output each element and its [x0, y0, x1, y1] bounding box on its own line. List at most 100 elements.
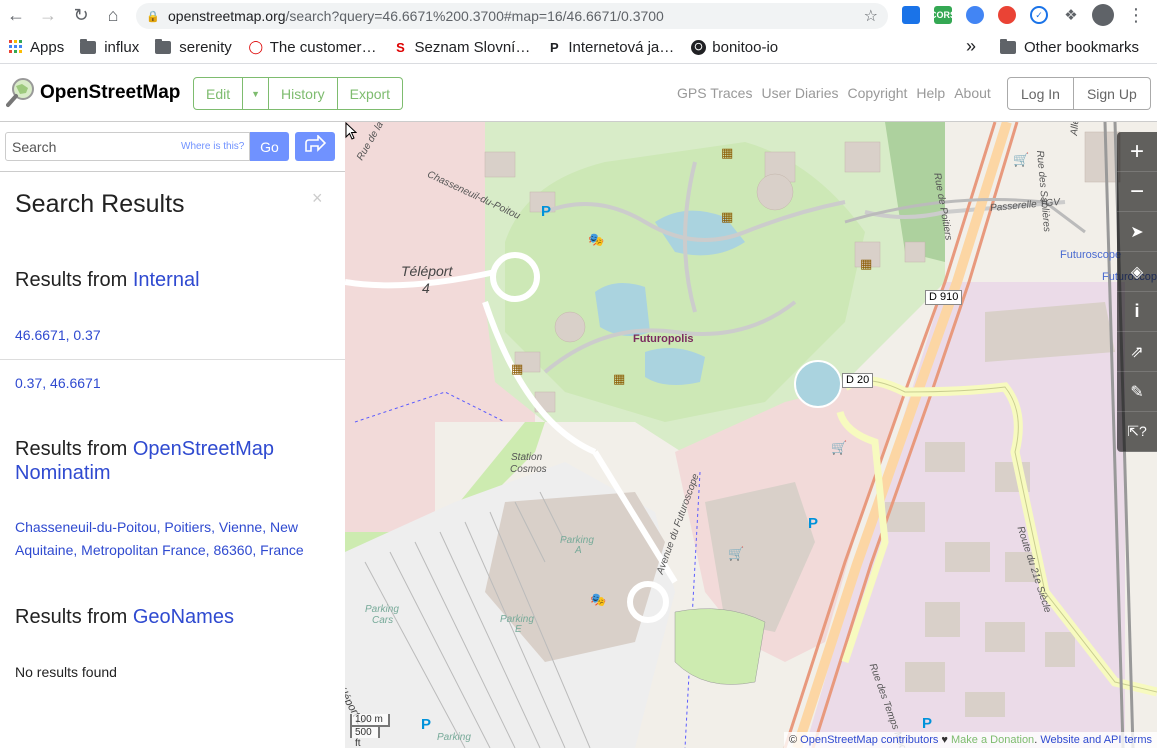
- chrome-menu-icon[interactable]: ⋮: [1122, 1, 1150, 29]
- bookmark-internetova[interactable]: P Internetová ja…: [538, 33, 682, 61]
- nav-help[interactable]: Help: [916, 85, 945, 101]
- edit-dropdown-button[interactable]: ▼: [243, 77, 270, 110]
- back-icon[interactable]: ←: [2, 1, 30, 29]
- bookmark-label: Other bookmarks: [1024, 38, 1140, 56]
- bookmark-label: bonitoo-io: [712, 38, 779, 56]
- place-label: Futuropolis: [633, 333, 694, 345]
- terms-link[interactable]: Website and API terms: [1040, 734, 1152, 746]
- locate-icon[interactable]: ➤: [1117, 212, 1157, 252]
- close-icon[interactable]: ×: [312, 188, 323, 209]
- heading-prefix: Results from: [15, 269, 133, 291]
- stop-icon[interactable]: [998, 6, 1016, 24]
- road-shield-d910: D 910: [925, 290, 963, 305]
- parking-label: A: [575, 545, 582, 556]
- internal-result-1[interactable]: 46.6671, 0.37: [15, 324, 101, 347]
- layers-icon[interactable]: ◈: [1117, 252, 1157, 292]
- extension-blue-icon[interactable]: [902, 6, 920, 24]
- shop-cart-icon[interactable]: 🛒: [1013, 152, 1029, 168]
- browser-toolbar: ← → ↻ ⌂ 🔒 openstreetmap.org/search?query…: [0, 0, 1157, 31]
- zoom-in-icon[interactable]: +: [1117, 132, 1157, 172]
- info-icon[interactable]: i: [1117, 292, 1157, 332]
- shop-cart-icon[interactable]: 🛒: [728, 546, 744, 562]
- shop-cart-icon[interactable]: 🛒: [831, 440, 847, 456]
- home-icon[interactable]: ⌂: [99, 1, 127, 29]
- folder-icon: [80, 38, 97, 54]
- parking-icon[interactable]: P: [421, 716, 431, 733]
- nav-about[interactable]: About: [954, 85, 991, 101]
- bookmark-apps[interactable]: Apps: [0, 33, 72, 61]
- nominatim-result-line-2: Aquitaine, Metropolitan France, 86360, F…: [15, 542, 304, 558]
- cinema-icon[interactable]: ▦: [511, 361, 523, 377]
- bookmarks-overflow-icon[interactable]: »: [966, 36, 976, 57]
- osm-logo[interactable]: OpenStreetMap: [6, 78, 180, 108]
- folder-icon: [155, 38, 172, 54]
- directions-icon: [304, 134, 327, 158]
- heart-icon: ♥: [938, 734, 952, 746]
- nav-copyright[interactable]: Copyright: [847, 85, 907, 101]
- login-button[interactable]: Log In: [1007, 77, 1074, 110]
- bookmark-label: Apps: [30, 38, 65, 56]
- edit-button[interactable]: Edit: [193, 77, 244, 110]
- bookmarks-bar: Apps influx serenity ◯ The customer… S S…: [0, 31, 1157, 64]
- internal-link[interactable]: Internal: [133, 269, 200, 291]
- go-button[interactable]: Go: [250, 132, 289, 161]
- bookmark-bonitoo[interactable]: bonitoo-io: [682, 33, 786, 61]
- history-button[interactable]: History: [269, 77, 338, 110]
- place-label: Station: [511, 452, 543, 463]
- share-icon[interactable]: ⇗: [1117, 332, 1157, 372]
- check-circle-icon[interactable]: ✓: [1030, 6, 1048, 24]
- nav-gps-traces[interactable]: GPS Traces: [677, 85, 752, 101]
- bookmark-star-icon[interactable]: ☆: [864, 6, 878, 26]
- add-note-icon[interactable]: ✎: [1117, 372, 1157, 412]
- geonames-no-results: No results found: [15, 664, 117, 680]
- bookmark-customer[interactable]: ◯ The customer…: [240, 33, 385, 61]
- seznam-icon: S: [396, 39, 405, 55]
- opera-icon: ◯: [248, 39, 264, 54]
- station-label: Futuroscope: [1060, 249, 1122, 261]
- forward-icon[interactable]: →: [34, 1, 62, 29]
- where-is-this-link[interactable]: Where is this?: [181, 141, 244, 152]
- bookmark-other[interactable]: Other bookmarks: [992, 33, 1147, 61]
- parking-icon[interactable]: P: [808, 515, 818, 532]
- address-bar[interactable]: 🔒 openstreetmap.org/search?query=46.6671…: [136, 3, 888, 29]
- mouse-cursor-icon: [345, 122, 357, 140]
- p-icon: P: [550, 39, 559, 55]
- map-view[interactable]: P 🎭 🎭 ▦ ▦ ▦ ▦ ▦ 🛒 🛒 🛒 P P P Rue de la Ba…: [345, 122, 1157, 748]
- extension-globe-icon[interactable]: [966, 6, 984, 24]
- cinema-icon[interactable]: ▦: [613, 371, 625, 387]
- donate-link[interactable]: Make a Donation: [951, 734, 1034, 746]
- internal-result-2[interactable]: 0.37, 46.6671: [15, 372, 101, 395]
- contributors-link[interactable]: OpenStreetMap contributors: [800, 734, 938, 746]
- query-icon[interactable]: ⇱?: [1117, 412, 1157, 452]
- cinema-icon[interactable]: ▦: [860, 256, 872, 272]
- result-divider: [0, 359, 345, 360]
- theatre-icon[interactable]: 🎭: [588, 232, 604, 248]
- nominatim-link-line-1: OpenStreetMap: [132, 438, 275, 460]
- profile-avatar-icon[interactable]: [1092, 4, 1114, 26]
- nominatim-result[interactable]: Chasseneuil-du-Poitou, Poitiers, Vienne,…: [15, 516, 304, 562]
- reload-icon[interactable]: ↻: [67, 1, 95, 29]
- scale-imperial: 500 ft: [350, 725, 380, 748]
- parking-icon[interactable]: P: [541, 203, 551, 220]
- export-button[interactable]: Export: [337, 77, 404, 110]
- geonames-link[interactable]: GeoNames: [133, 606, 234, 628]
- signup-button[interactable]: Sign Up: [1073, 77, 1151, 110]
- bookmark-influx[interactable]: influx: [72, 33, 147, 61]
- cinema-icon[interactable]: ▦: [721, 209, 733, 225]
- edit-group: Edit ▼ History Export: [193, 77, 404, 110]
- map-controls: + − ➤ ◈ i ⇗ ✎ ⇱?: [1117, 132, 1157, 452]
- directions-button[interactable]: [295, 132, 335, 161]
- cors-icon[interactable]: CORS: [930, 6, 956, 24]
- cinema-icon[interactable]: ▦: [721, 145, 733, 161]
- bookmark-serenity[interactable]: serenity: [147, 33, 240, 61]
- parking-icon[interactable]: P: [922, 715, 932, 732]
- nav-user-diaries[interactable]: User Diaries: [761, 85, 838, 101]
- theatre-icon[interactable]: 🎭: [590, 592, 606, 608]
- osm-header: OpenStreetMap Edit ▼ History Export GPS …: [0, 66, 1157, 122]
- bookmark-seznam[interactable]: S Seznam Slovní…: [384, 33, 538, 61]
- zoom-out-icon[interactable]: −: [1117, 172, 1157, 212]
- geonames-heading: Results from GeoNames: [15, 605, 234, 629]
- parking-label: Cars: [372, 615, 394, 626]
- bookmark-label: serenity: [179, 38, 232, 56]
- extensions-puzzle-icon[interactable]: ❖: [1057, 1, 1085, 29]
